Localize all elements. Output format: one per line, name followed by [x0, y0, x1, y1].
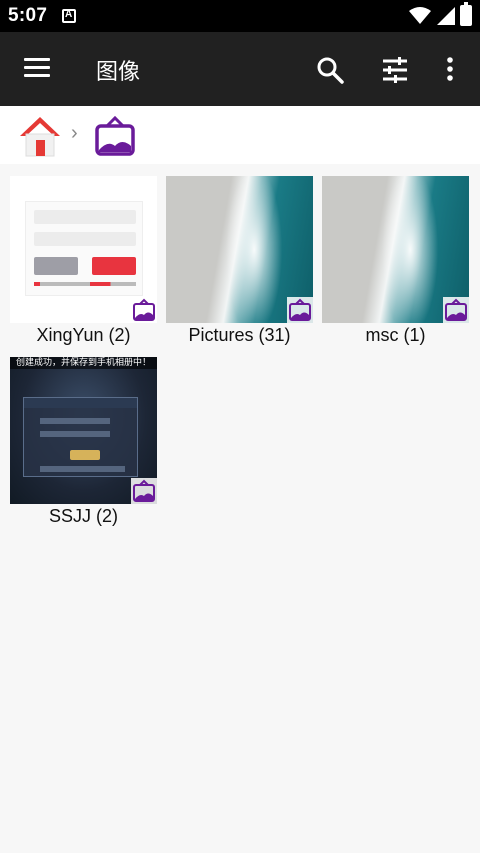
image-badge-icon	[131, 478, 157, 504]
more-options-icon[interactable]	[440, 56, 460, 84]
image-badge-icon	[287, 297, 313, 323]
wifi-icon	[409, 7, 431, 24]
folder-tile-ssjj[interactable]: 创建成功，并保存到手机相册中！ SSJJ (2)	[10, 345, 157, 531]
tune-icon[interactable]	[381, 56, 409, 84]
folder-thumbnail	[166, 176, 313, 323]
notification-icon	[62, 9, 76, 23]
menu-icon[interactable]	[24, 58, 50, 78]
folder-thumbnail: 创建成功，并保存到手机相册中！	[10, 357, 157, 504]
search-icon[interactable]	[316, 56, 344, 84]
status-bar: 5:07	[0, 0, 480, 32]
page-title: 图像	[96, 59, 141, 84]
app-bar: 图像	[0, 32, 480, 106]
image-folder-icon[interactable]	[94, 116, 136, 156]
folder-label: SSJJ (2)	[48, 506, 118, 526]
status-time: 5:07	[8, 5, 48, 26]
folder-thumbnail	[322, 176, 469, 323]
folder-label: Pictures (31)	[188, 325, 291, 345]
folder-thumbnail	[10, 176, 157, 323]
breadcrumb: ›	[0, 106, 480, 164]
folder-tile-xingyun[interactable]: XingYun (2)	[10, 164, 157, 350]
folder-tile-msc[interactable]: msc (1)	[322, 164, 469, 350]
folder-label: XingYun (2)	[36, 325, 131, 345]
battery-icon	[460, 2, 472, 26]
folder-label: msc (1)	[365, 325, 426, 345]
signal-icon	[437, 7, 455, 25]
breadcrumb-separator: ›	[71, 122, 78, 144]
image-badge-icon	[443, 297, 469, 323]
home-icon[interactable]	[18, 114, 62, 158]
image-badge-icon	[131, 297, 157, 323]
thumbnail-banner-text: 创建成功，并保存到手机相册中！	[10, 357, 157, 369]
folder-tile-pictures[interactable]: Pictures (31)	[166, 164, 313, 350]
